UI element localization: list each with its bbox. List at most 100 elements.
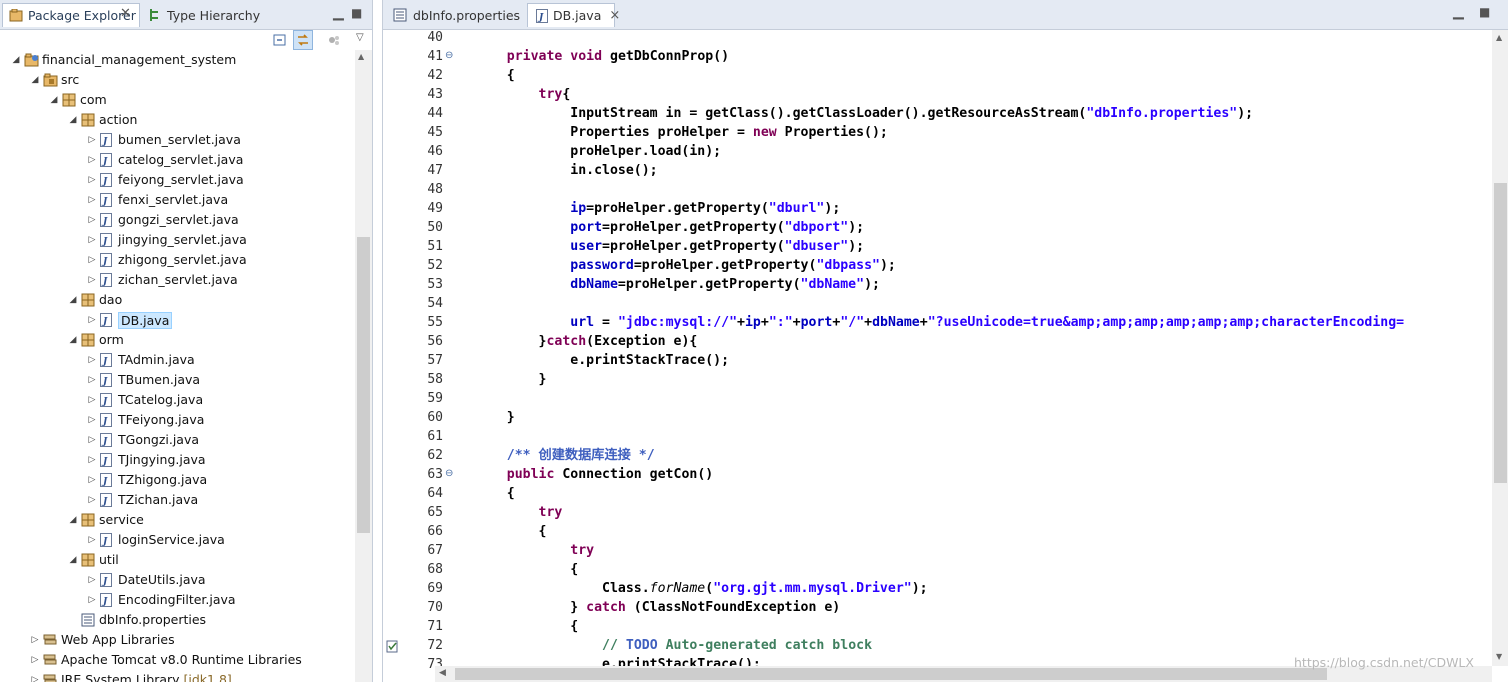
tree-item[interactable]: ▷ Jzhigong_servlet.java bbox=[0, 250, 355, 270]
code-line[interactable]: try bbox=[475, 541, 594, 560]
collapsed-twisty-icon[interactable]: ▷ bbox=[88, 135, 96, 145]
collapsed-twisty-icon[interactable]: ▷ bbox=[88, 455, 96, 465]
collapsed-twisty-icon[interactable]: ▷ bbox=[88, 195, 96, 205]
tree-item[interactable]: ◢ service bbox=[0, 510, 355, 530]
expanded-twisty-icon[interactable]: ◢ bbox=[69, 335, 77, 345]
tree-item[interactable]: ▷ J TCatelog.java bbox=[0, 390, 355, 410]
tree-item[interactable]: ▷ Jzichan_servlet.java bbox=[0, 270, 355, 290]
collapsed-twisty-icon[interactable]: ▷ bbox=[88, 495, 96, 505]
scroll-up-icon[interactable]: ▲ bbox=[1496, 33, 1502, 42]
tree-item[interactable]: ▷ J DateUtils.java bbox=[0, 570, 355, 590]
fold-collapse-icon[interactable]: ⊖ bbox=[445, 50, 453, 61]
tree-item[interactable]: ▷ J TFeiyong.java bbox=[0, 410, 355, 430]
collapsed-twisty-icon[interactable]: ▷ bbox=[88, 175, 96, 185]
close-icon[interactable]: × bbox=[609, 8, 620, 23]
minimize-icon[interactable]: ▁ bbox=[1453, 4, 1464, 20]
collapsed-twisty-icon[interactable]: ▷ bbox=[88, 315, 96, 325]
fold-collapse-icon[interactable]: ⊖ bbox=[445, 468, 453, 479]
code-line[interactable]: { bbox=[475, 484, 515, 503]
code-line[interactable]: url = "jdbc:mysql://"+ip+":"+port+"/"+db… bbox=[475, 313, 1404, 332]
tree-item[interactable]: ▷ Jcatelog_servlet.java bbox=[0, 150, 355, 170]
code-line[interactable]: ip=proHelper.getProperty("dburl"); bbox=[475, 199, 840, 218]
tree-scrollbar[interactable]: ▲ bbox=[355, 50, 372, 682]
tree-item[interactable]: ◢ dao bbox=[0, 290, 355, 310]
scrollbar-thumb[interactable] bbox=[357, 237, 370, 533]
code-line[interactable]: { bbox=[475, 66, 515, 85]
code-line[interactable]: /** 创建数据库连接 */ bbox=[475, 446, 655, 465]
code-line[interactable]: public Connection getCon() bbox=[475, 465, 713, 484]
code-line[interactable]: }catch(Exception e){ bbox=[475, 332, 698, 351]
collapsed-twisty-icon[interactable]: ▷ bbox=[88, 215, 96, 225]
expanded-twisty-icon[interactable]: ◢ bbox=[69, 555, 77, 565]
task-marker-icon[interactable] bbox=[386, 638, 398, 657]
collapse-all-icon[interactable] bbox=[272, 32, 288, 48]
code-line[interactable]: } bbox=[475, 370, 547, 389]
scroll-left-icon[interactable]: ◀ bbox=[439, 668, 446, 678]
tree-item[interactable]: ◢ com bbox=[0, 90, 355, 110]
tree-item[interactable]: ◢ orm bbox=[0, 330, 355, 350]
minimize-icon[interactable]: ▁ bbox=[333, 5, 344, 21]
expanded-twisty-icon[interactable]: ◢ bbox=[69, 115, 77, 125]
collapsed-twisty-icon[interactable]: ▷ bbox=[88, 435, 96, 445]
tree-item[interactable]: ▷ Jbumen_servlet.java bbox=[0, 130, 355, 150]
collapsed-twisty-icon[interactable]: ▷ bbox=[88, 395, 96, 405]
code-line[interactable]: password=proHelper.getProperty("dbpass")… bbox=[475, 256, 896, 275]
collapsed-twisty-icon[interactable]: ▷ bbox=[88, 375, 96, 385]
code-line[interactable]: in.close(); bbox=[475, 161, 657, 180]
code-line[interactable]: try bbox=[475, 503, 563, 522]
tree-item[interactable]: ▷ Jjingying_servlet.java bbox=[0, 230, 355, 250]
collapsed-twisty-icon[interactable]: ▷ bbox=[88, 575, 96, 585]
link-with-editor-icon[interactable] bbox=[293, 30, 313, 50]
code-line[interactable]: { bbox=[475, 617, 578, 636]
expanded-twisty-icon[interactable]: ◢ bbox=[31, 75, 39, 85]
collapsed-twisty-icon[interactable]: ▷ bbox=[31, 635, 39, 645]
collapsed-twisty-icon[interactable]: ▷ bbox=[31, 655, 39, 665]
code-line[interactable]: e.printStackTrace(); bbox=[475, 351, 729, 370]
tree-item[interactable]: ▷ J TJingying.java bbox=[0, 450, 355, 470]
tree-item[interactable]: ◢ action bbox=[0, 110, 355, 130]
code-line[interactable]: dbName=proHelper.getProperty("dbName"); bbox=[475, 275, 880, 294]
tree-item[interactable]: ▷ J DB.java bbox=[0, 310, 355, 330]
scroll-up-icon[interactable]: ▲ bbox=[358, 52, 364, 61]
collapsed-twisty-icon[interactable]: ▷ bbox=[88, 415, 96, 425]
tab-db-java[interactable]: J DB.java × bbox=[527, 3, 620, 27]
collapsed-twisty-icon[interactable]: ▷ bbox=[88, 475, 96, 485]
scroll-down-icon[interactable]: ▼ bbox=[1496, 652, 1502, 661]
tree-item[interactable]: ▷ JloginService.java bbox=[0, 530, 355, 550]
code-line[interactable]: { bbox=[475, 560, 578, 579]
tree-item[interactable]: ▷ J EncodingFilter.java bbox=[0, 590, 355, 610]
code-line[interactable]: Properties proHelper = new Properties(); bbox=[475, 123, 888, 142]
tree-item[interactable]: ▷ Jgongzi_servlet.java bbox=[0, 210, 355, 230]
tree-item[interactable]: ▷ J TZichan.java bbox=[0, 490, 355, 510]
tree-item[interactable]: ▷ J TGongzi.java bbox=[0, 430, 355, 450]
close-icon[interactable]: ✕ bbox=[120, 6, 131, 21]
code-line[interactable]: e.printStackTrace(); bbox=[475, 655, 761, 666]
tree-item[interactable]: dbInfo.properties bbox=[0, 610, 355, 630]
collapsed-twisty-icon[interactable]: ▷ bbox=[88, 155, 96, 165]
collapsed-twisty-icon[interactable]: ▷ bbox=[88, 255, 96, 265]
tree-item[interactable]: ◢ util bbox=[0, 550, 355, 570]
collapsed-twisty-icon[interactable]: ▷ bbox=[31, 675, 39, 682]
expanded-twisty-icon[interactable]: ◢ bbox=[12, 55, 20, 65]
maximize-icon[interactable]: ■ bbox=[1479, 5, 1490, 19]
code-line[interactable]: InputStream in = getClass().getClassLoad… bbox=[475, 104, 1253, 123]
tree-item[interactable]: ◢ financial_management_system bbox=[0, 50, 355, 70]
tree-item[interactable]: ▷ Apache Tomcat v8.0 Runtime Libraries bbox=[0, 650, 355, 670]
code-line[interactable]: try{ bbox=[475, 85, 571, 104]
expanded-twisty-icon[interactable]: ◢ bbox=[50, 95, 58, 105]
tree-item[interactable]: ▷ Web App Libraries bbox=[0, 630, 355, 650]
expanded-twisty-icon[interactable]: ◢ bbox=[69, 515, 77, 525]
chevron-down-icon[interactable]: ▽ bbox=[356, 32, 372, 48]
tree-item[interactable]: ▷ Jfeiyong_servlet.java bbox=[0, 170, 355, 190]
maximize-icon[interactable]: ■ bbox=[351, 6, 362, 20]
collapsed-twisty-icon[interactable]: ▷ bbox=[88, 535, 96, 545]
tree-item[interactable]: ▷ J TAdmin.java bbox=[0, 350, 355, 370]
tree-item[interactable]: ▷ J TBumen.java bbox=[0, 370, 355, 390]
horizontal-scrollbar-thumb[interactable] bbox=[455, 668, 1327, 680]
code-line[interactable]: port=proHelper.getProperty("dbport"); bbox=[475, 218, 864, 237]
scrollbar-thumb[interactable] bbox=[1494, 183, 1507, 483]
code-line[interactable]: } bbox=[475, 408, 515, 427]
code-area[interactable]: private void getDbConnProp() { try{ Inpu… bbox=[475, 30, 1491, 666]
code-line[interactable]: user=proHelper.getProperty("dbuser"); bbox=[475, 237, 864, 256]
tree-item[interactable]: ▷ Jfenxi_servlet.java bbox=[0, 190, 355, 210]
